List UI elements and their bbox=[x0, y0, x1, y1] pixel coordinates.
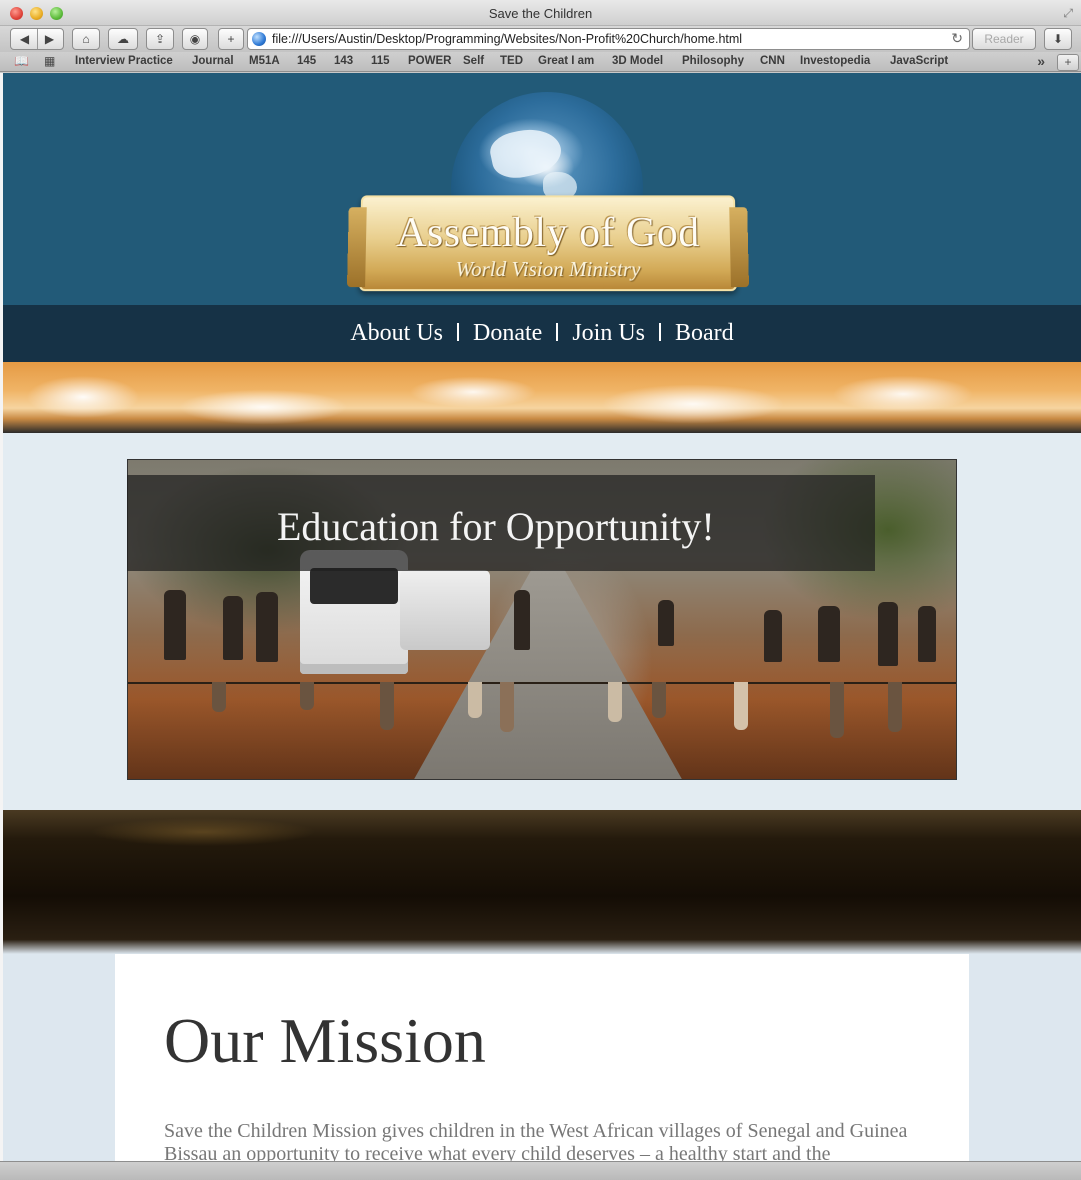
nav-donate[interactable]: Donate bbox=[473, 320, 542, 346]
bookmark-item[interactable]: 145 bbox=[297, 55, 316, 67]
logo-title: Assembly of God bbox=[395, 210, 701, 256]
site-header: Assembly of God World Vision Ministry bbox=[3, 73, 1081, 305]
mission-section: Our Mission Save the Children Mission gi… bbox=[115, 954, 969, 1161]
hanging-cloth bbox=[300, 682, 314, 710]
nav-about-us[interactable]: About Us bbox=[350, 320, 443, 346]
hero-section: Education for Opportunity! bbox=[3, 433, 1081, 810]
nav-divider bbox=[457, 323, 459, 341]
person bbox=[658, 600, 674, 646]
van bbox=[400, 570, 490, 650]
bookmark-item[interactable]: M51A bbox=[249, 55, 280, 67]
share-icon: ⇪ bbox=[154, 32, 166, 46]
nav-join-us[interactable]: Join Us bbox=[572, 320, 645, 346]
person bbox=[764, 610, 782, 662]
book-icon[interactable]: 📖 bbox=[14, 54, 29, 68]
logo-subtitle: World Vision Ministry bbox=[455, 256, 641, 282]
bookmark-item[interactable]: Great I am bbox=[538, 55, 594, 67]
logo-banner[interactable]: Assembly of God World Vision Ministry bbox=[358, 195, 738, 292]
bookmark-item[interactable]: Self bbox=[463, 55, 484, 67]
plus-icon: + bbox=[1064, 55, 1072, 69]
browser-toolbar: ◀ ▶ ⌂ ☁ ⇪ ◉ + file:///Users/Austin/Deskto… bbox=[0, 26, 1081, 52]
bookmark-item[interactable]: 143 bbox=[334, 55, 353, 67]
person bbox=[223, 596, 243, 660]
bookmark-item[interactable]: 3D Model bbox=[612, 55, 663, 67]
home-button[interactable]: ⌂ bbox=[72, 28, 100, 50]
reload-icon[interactable]: ↻ bbox=[951, 30, 963, 47]
mission-title: Our Mission bbox=[164, 1005, 486, 1076]
bookmark-item[interactable]: Journal bbox=[192, 55, 234, 67]
person bbox=[918, 606, 936, 662]
person bbox=[514, 590, 530, 650]
bookmark-item[interactable]: Investopedia bbox=[800, 55, 870, 67]
icloud-tabs-button[interactable]: ☁ bbox=[108, 28, 138, 50]
hanging-cloth bbox=[734, 682, 748, 730]
back-arrow-icon[interactable]: ◀ bbox=[12, 29, 37, 49]
new-tab-button[interactable]: + bbox=[1057, 54, 1079, 71]
bookmark-item[interactable]: CNN bbox=[760, 55, 785, 67]
plus-icon: + bbox=[227, 32, 235, 46]
home-icon: ⌂ bbox=[82, 32, 90, 46]
download-icon: ⬇ bbox=[1052, 32, 1064, 46]
bookmark-item[interactable]: Philosophy bbox=[682, 55, 744, 67]
hanging-cloth bbox=[830, 682, 844, 738]
url-text[interactable]: file:///Users/Austin/Desktop/Programming… bbox=[272, 32, 742, 46]
web-page: Assembly of God World Vision Ministry Ab… bbox=[3, 73, 1081, 1161]
globe-icon bbox=[252, 32, 266, 46]
reader-button[interactable]: Reader bbox=[972, 28, 1036, 50]
window-title: Save the Children bbox=[488, 6, 593, 21]
bookmark-item[interactable]: Interview Practice bbox=[75, 55, 173, 67]
hanging-cloth bbox=[468, 682, 482, 718]
back-forward-buttons: ◀ ▶ bbox=[10, 28, 64, 50]
hanging-cloth bbox=[888, 682, 902, 732]
window-titlebar: Save the Children ⤢ bbox=[0, 0, 1081, 26]
hero-caption-overlay: Education for Opportunity! bbox=[127, 475, 875, 571]
sky-banner-image bbox=[3, 362, 1081, 433]
bookmark-item[interactable]: TED bbox=[500, 55, 523, 67]
person bbox=[164, 590, 186, 660]
extension-button[interactable]: ◉ bbox=[182, 28, 208, 50]
person bbox=[818, 606, 840, 662]
person bbox=[256, 592, 278, 662]
downloads-button[interactable]: ⬇ bbox=[1044, 28, 1072, 50]
hanging-cloth bbox=[212, 682, 226, 712]
nav-divider bbox=[556, 323, 559, 341]
hanging-cloth bbox=[500, 682, 514, 732]
hanging-cloth bbox=[608, 682, 622, 722]
main-nav: About Us Donate Join Us Board bbox=[3, 305, 1081, 362]
bookmark-item[interactable]: JavaScript bbox=[890, 55, 948, 67]
person bbox=[878, 602, 898, 666]
grid-icon[interactable]: ▦ bbox=[44, 54, 55, 68]
mission-text: Save the Children Mission gives children… bbox=[164, 1120, 908, 1161]
bookmark-item[interactable]: 115 bbox=[371, 55, 390, 67]
hero-heading: Education for Opportunity! bbox=[277, 504, 715, 549]
share-button[interactable]: ⇪ bbox=[146, 28, 174, 50]
forward-arrow-icon[interactable]: ▶ bbox=[37, 29, 62, 49]
bookmark-item[interactable]: POWER bbox=[408, 55, 451, 67]
nav-board[interactable]: Board bbox=[675, 320, 734, 346]
cloud-icon: ☁ bbox=[117, 32, 129, 46]
dark-banner-image bbox=[3, 810, 1081, 954]
nav-divider bbox=[659, 323, 661, 341]
hanging-cloth bbox=[380, 682, 394, 730]
hanging-cloth bbox=[652, 682, 666, 718]
fullscreen-icon[interactable]: ⤢ bbox=[1063, 6, 1073, 21]
bookmarks-bar: 📖 ▦ Interview Practice Journal M51A 145 … bbox=[0, 52, 1081, 72]
add-bookmark-button[interactable]: + bbox=[218, 28, 244, 50]
browser-statusbar bbox=[0, 1161, 1081, 1180]
extension-icon: ◉ bbox=[189, 32, 201, 46]
more-bookmarks-icon[interactable]: » bbox=[1037, 53, 1045, 69]
address-bar[interactable]: file:///Users/Austin/Desktop/Programming… bbox=[247, 28, 970, 50]
